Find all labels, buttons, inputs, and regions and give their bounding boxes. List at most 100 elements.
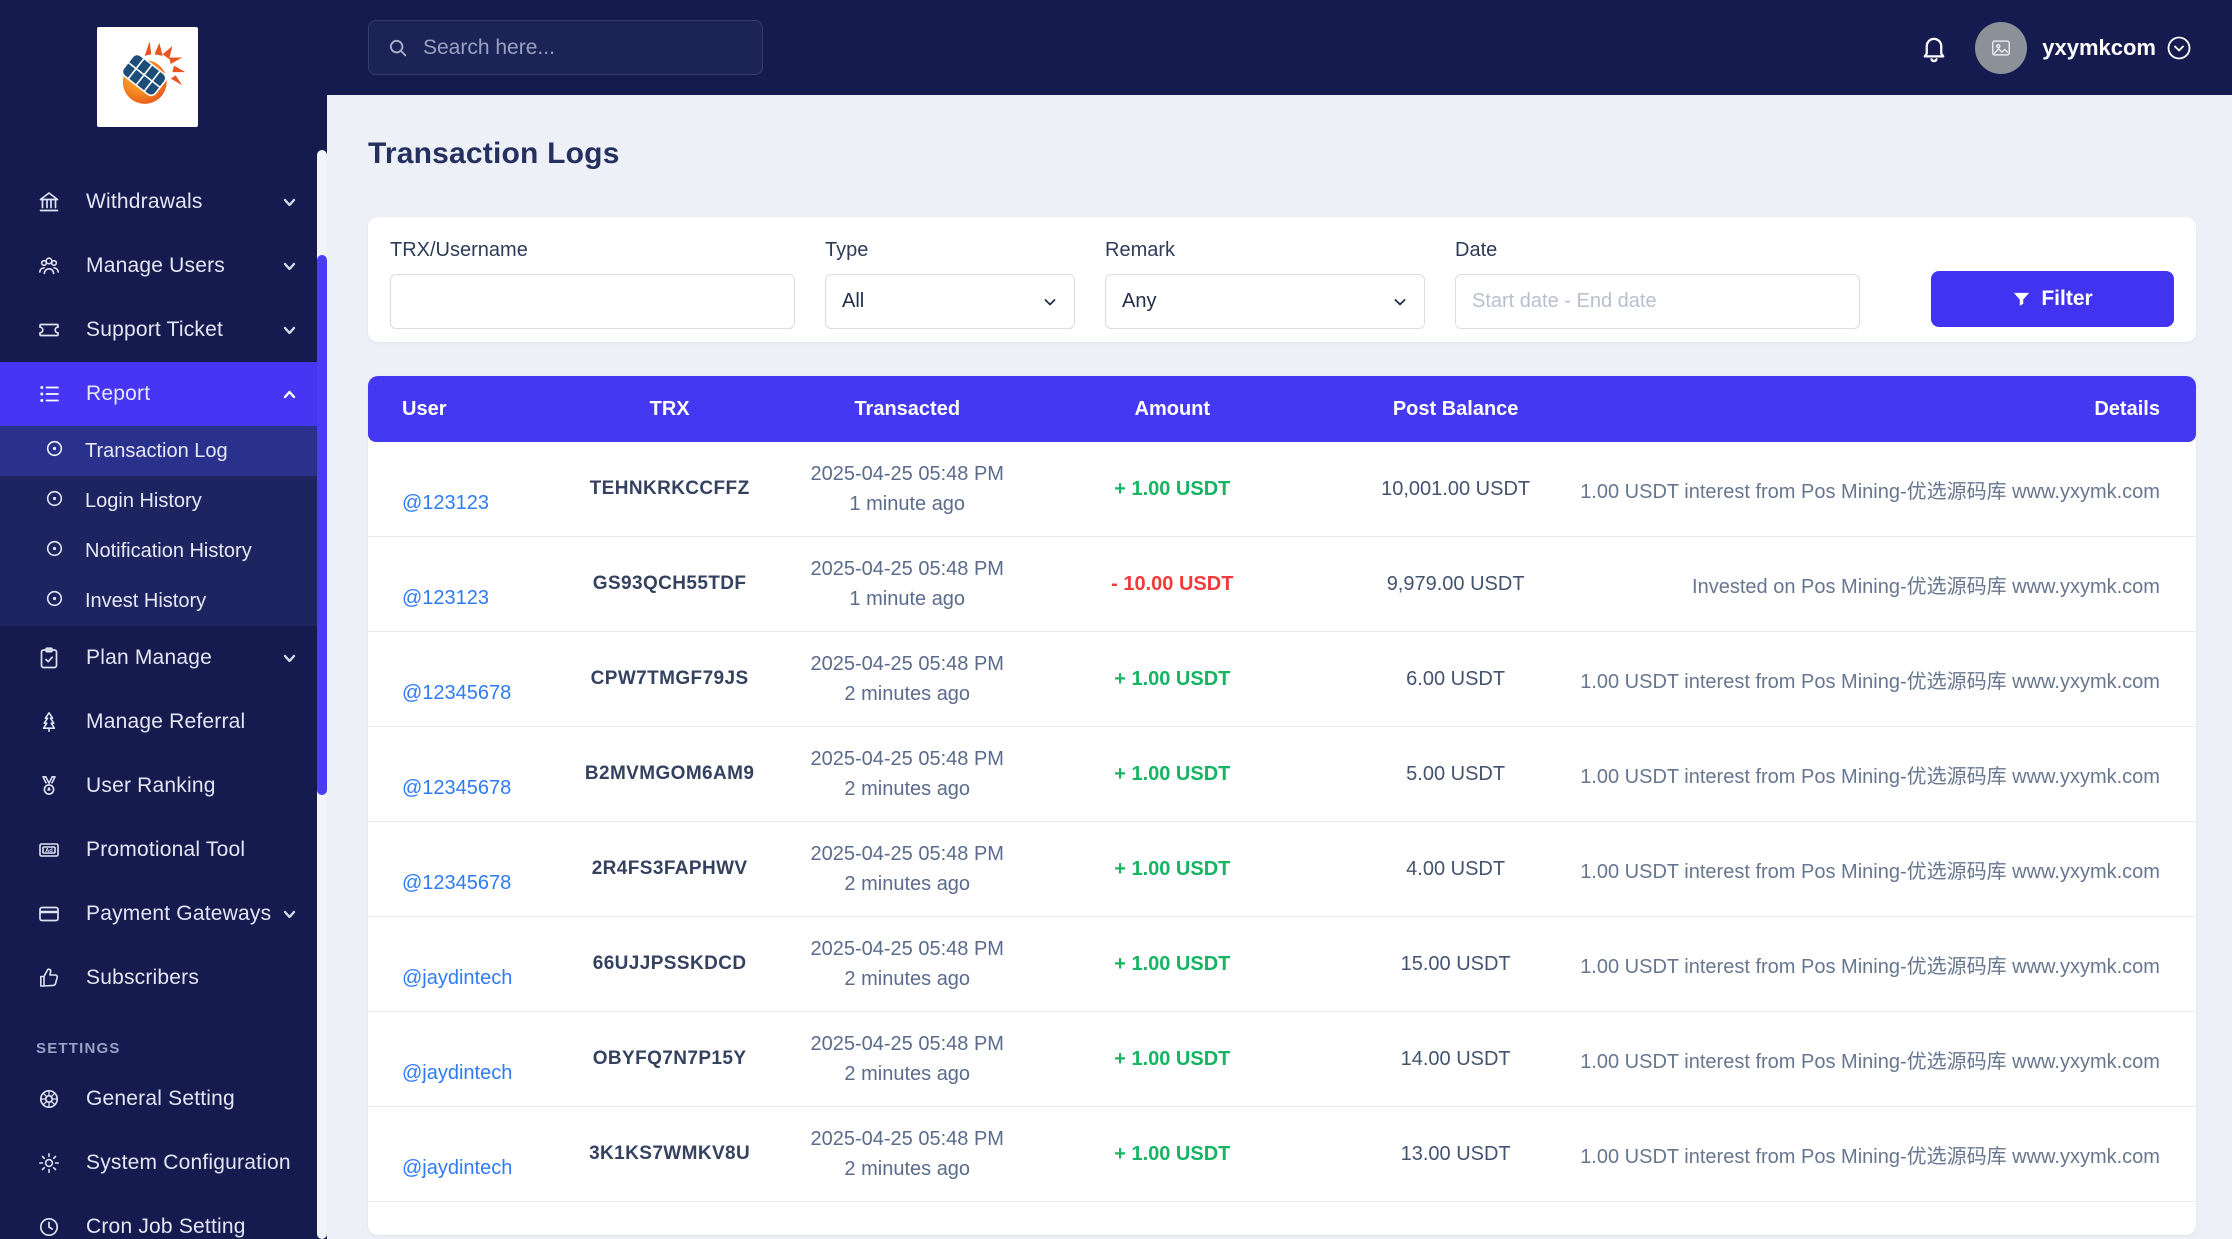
filter-field-remark: Remark Any <box>1105 239 1425 342</box>
details-text: 1.00 USDT interest from Pos Mining-优选源码库… <box>1580 1145 2160 1168</box>
table-row: @12345678 B2MVMGOM6AM9 2025-04-25 05:48 … <box>368 727 2196 822</box>
chevron-down-icon <box>1044 298 1056 305</box>
sidebar-item-label: Withdrawals <box>86 190 203 213</box>
sidebar-item-cron-job-setting[interactable]: Cron Job Setting <box>0 1195 327 1239</box>
date-range-input[interactable] <box>1455 274 1860 329</box>
sidebar-scrollbar-thumb[interactable] <box>317 255 327 795</box>
funnel-icon <box>2014 292 2030 306</box>
post-balance: 5.00 USDT <box>1406 762 1506 785</box>
transacted-ago: 2 minutes ago <box>844 778 971 800</box>
sidebar-item-manage-users[interactable]: Manage Users <box>0 234 327 298</box>
sidebar-item-label: Support Ticket <box>86 318 224 341</box>
chevron-down-icon <box>282 907 297 922</box>
filter-bar: TRX/Username Type All Remark Any Date St… <box>368 217 2196 342</box>
trx-code: 2R4FS3FAPHWV <box>591 858 748 879</box>
filter-field-trx-username: TRX/Username <box>390 239 795 342</box>
sidebar-subitem-label: Invest History <box>85 589 207 612</box>
user-link[interactable]: @jaydintech <box>402 967 512 990</box>
sidebar-item-report[interactable]: Report <box>0 362 327 426</box>
sidebar-subitem-label: Notification History <box>85 539 252 562</box>
color-wheel-icon <box>36 1086 62 1112</box>
brand-logo[interactable] <box>97 27 198 127</box>
trx-code: OBYFQ7N7P15Y <box>592 1048 747 1069</box>
gear-icon <box>36 1150 62 1176</box>
amount: + 1.00 USDT <box>1114 477 1231 500</box>
sidebar-subitem-login-history[interactable]: Login History <box>0 476 327 526</box>
search-box <box>368 20 763 75</box>
table-row: @12345678 2R4FS3FAPHWV 2025-04-25 05:48 … <box>368 822 2196 917</box>
sidebar-item-user-ranking[interactable]: User Ranking <box>0 754 327 818</box>
type-select[interactable]: All <box>825 274 1075 329</box>
post-balance: 15.00 USDT <box>1400 952 1511 975</box>
sidebar-subitem-transaction-log[interactable]: Transaction Log <box>0 426 327 476</box>
chevron-down-circle-icon[interactable] <box>2166 35 2192 61</box>
sidebar-item-manage-referral[interactable]: Manage Referral <box>0 690 327 754</box>
tree-icon <box>36 709 62 735</box>
sidebar-item-payment-gateways[interactable]: Payment Gateways <box>0 882 327 946</box>
trx-code: 66UJJPSSKDCD <box>592 953 747 974</box>
chevron-down-icon <box>282 651 297 666</box>
sidebar-item-system-configuration[interactable]: System Configuration <box>0 1131 327 1195</box>
sidebar-item-subscribers[interactable]: Subscribers <box>0 946 327 1010</box>
sidebar-item-label: Subscribers <box>86 966 200 989</box>
trx-username-input[interactable] <box>390 274 795 329</box>
sidebar-item-label: General Setting <box>86 1087 235 1110</box>
column-header-details: Details <box>2094 397 2160 420</box>
filter-button[interactable]: Filter <box>1931 271 2174 327</box>
table-row: @jaydintech 66UJJPSSKDCD 2025-04-25 05:4… <box>368 917 2196 1012</box>
sidebar-subitem-notification-history[interactable]: Notification History <box>0 526 327 576</box>
column-header-post-balance: Post Balance <box>1392 397 1519 420</box>
username[interactable]: yxymkcom <box>2042 35 2156 61</box>
user-link[interactable]: @12345678 <box>402 682 511 705</box>
avatar[interactable] <box>1975 21 2028 74</box>
user-link[interactable]: @123123 <box>402 492 489 515</box>
transacted-ago: 2 minutes ago <box>844 968 971 990</box>
amount: + 1.00 USDT <box>1114 667 1231 690</box>
search-input[interactable] <box>423 35 744 60</box>
details-text: 1.00 USDT interest from Pos Mining-优选源码库… <box>1580 765 2160 788</box>
sidebar-item-label: Manage Referral <box>86 710 246 733</box>
amount: + 1.00 USDT <box>1114 952 1231 975</box>
details-text: 1.00 USDT interest from Pos Mining-优选源码库… <box>1580 670 2160 693</box>
chevron-down-icon <box>282 259 297 274</box>
amount: + 1.00 USDT <box>1114 1047 1231 1070</box>
sidebar-item-promotional-tool[interactable]: Ad Promotional Tool <box>0 818 327 882</box>
sidebar-item-label: User Ranking <box>86 774 216 797</box>
sidebar-subitem-invest-history[interactable]: Invest History <box>0 576 327 626</box>
transacted-date: 2025-04-25 05:48 PM <box>810 653 1004 675</box>
brand-logo-icon <box>121 41 185 104</box>
amount: + 1.00 USDT <box>1114 857 1231 880</box>
post-balance: 9,979.00 USDT <box>1386 572 1525 595</box>
transacted-date: 2025-04-25 05:48 PM <box>810 938 1004 960</box>
user-link[interactable]: @jaydintech <box>402 1062 512 1085</box>
post-balance: 14.00 USDT <box>1400 1047 1511 1070</box>
details-text: 1.00 USDT interest from Pos Mining-优选源码库… <box>1580 480 2160 503</box>
user-link[interactable]: @12345678 <box>402 777 511 800</box>
sidebar-item-plan-manage[interactable]: Plan Manage <box>0 626 327 690</box>
amount: + 1.00 USDT <box>1114 762 1231 785</box>
transacted-ago: 2 minutes ago <box>844 1158 971 1180</box>
remark-select-value: Any <box>1122 290 1157 312</box>
table-row: @123123 GS93QCH55TDF 2025-04-25 05:48 PM… <box>368 537 2196 632</box>
transactions-table: User TRX Transacted Amount Post Balance … <box>368 376 2196 1235</box>
remark-select[interactable]: Any <box>1105 274 1425 329</box>
sidebar-item-label: Payment Gateways <box>86 902 272 925</box>
details-text: 1.00 USDT interest from Pos Mining-优选源码库… <box>1580 955 2160 978</box>
user-link[interactable]: @123123 <box>402 587 489 610</box>
details-text: 1.00 USDT interest from Pos Mining-优选源码库… <box>1580 860 2160 883</box>
sidebar-item-label: Cron Job Setting <box>86 1215 246 1238</box>
sidebar-item-support-ticket[interactable]: Support Ticket <box>0 298 327 362</box>
post-balance: 6.00 USDT <box>1406 667 1506 690</box>
sidebar-item-general-setting[interactable]: General Setting <box>0 1067 327 1131</box>
trx-code: B2MVMGOM6AM9 <box>584 763 755 784</box>
user-link[interactable]: @12345678 <box>402 872 511 895</box>
sidebar-item-withdrawals[interactable]: Withdrawals <box>0 170 327 234</box>
post-balance: 4.00 USDT <box>1406 857 1506 880</box>
page-title: Transaction Logs <box>368 137 620 170</box>
user-link[interactable]: @jaydintech <box>402 1157 512 1180</box>
bell-icon[interactable] <box>1919 33 1949 63</box>
circle-dot-icon <box>46 440 63 462</box>
circle-dot-icon <box>46 590 63 612</box>
main-content: Transaction Logs TRX/Username Type All R… <box>327 95 2232 1239</box>
column-header-user: User <box>402 397 447 420</box>
